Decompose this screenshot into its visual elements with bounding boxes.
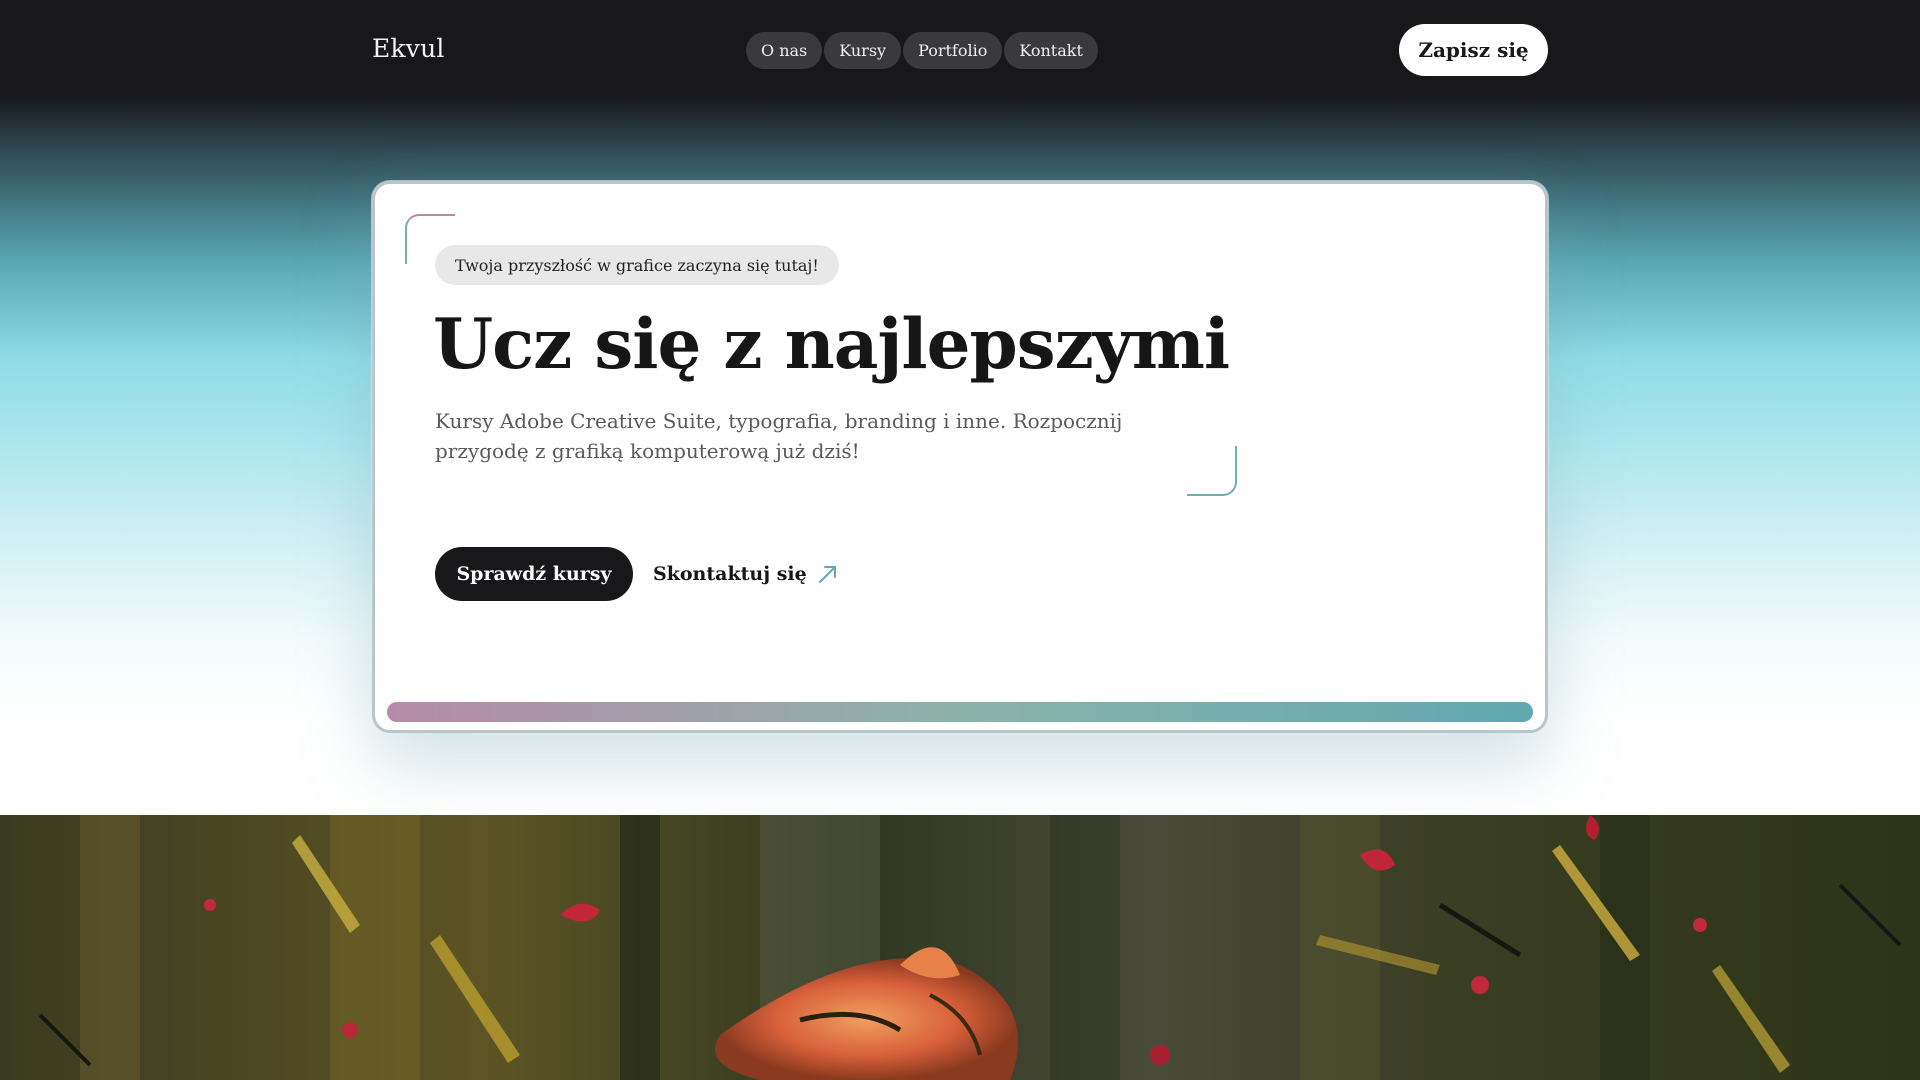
hero-card: Twoja przyszłość w grafice zaczyna się t… bbox=[372, 181, 1548, 733]
logo[interactable]: Ekvul bbox=[372, 34, 445, 63]
hero-subtitle: Kursy Adobe Creative Suite, typografia, … bbox=[435, 409, 1123, 463]
arrow-up-right-icon bbox=[818, 566, 836, 583]
nav-item-kursy[interactable]: Kursy bbox=[824, 32, 902, 69]
nav-item-kontakt[interactable]: Kontakt bbox=[1004, 32, 1098, 69]
nav-item-portfolio[interactable]: Portfolio bbox=[903, 32, 1003, 69]
corner-decoration-bottom-right bbox=[1187, 446, 1237, 496]
nav-item-o-nas[interactable]: O nas bbox=[746, 32, 823, 69]
contact-link[interactable]: Skontaktuj się bbox=[653, 557, 839, 591]
check-courses-button[interactable]: Sprawdź kursy bbox=[435, 547, 633, 601]
hero-badge: Twoja przyszłość w grafice zaczyna się t… bbox=[435, 245, 839, 285]
site-header: Ekvul O nas Kursy Portfolio Kontakt Zapi… bbox=[0, 0, 1920, 100]
signup-button[interactable]: Zapisz się bbox=[1399, 24, 1548, 76]
hero-title: Ucz się z najlepszymi bbox=[433, 304, 1230, 385]
contact-link-label: Skontaktuj się bbox=[653, 563, 807, 585]
abstract-painting-image bbox=[0, 815, 1920, 1080]
gradient-accent-bar bbox=[387, 702, 1533, 722]
main-nav: O nas Kursy Portfolio Kontakt bbox=[746, 32, 1098, 69]
